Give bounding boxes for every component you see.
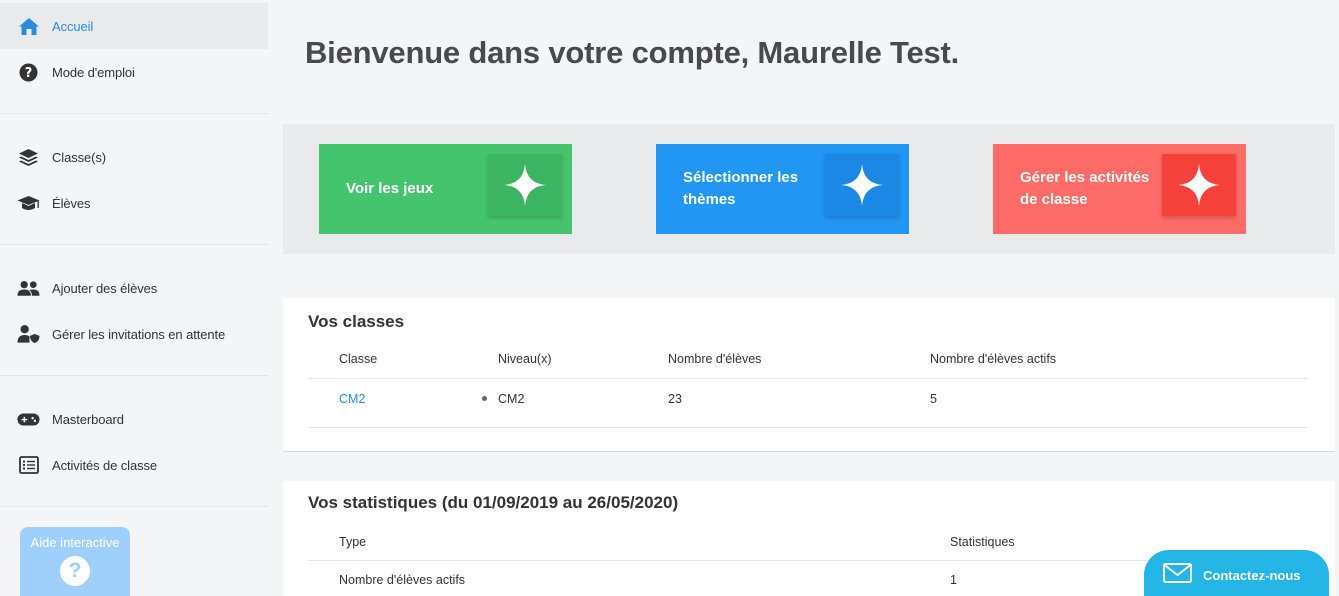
sidebar-item-activites[interactable]: Activités de classe	[0, 442, 268, 488]
envelope-icon	[1163, 562, 1192, 588]
users-icon	[17, 278, 40, 298]
sidebar-item-invitations[interactable]: Gérer les invitations en attente	[0, 311, 268, 357]
layers-icon	[17, 147, 40, 167]
sidebar-item-classes[interactable]: Classe(s)	[0, 134, 268, 180]
column-header: Niveau(x)	[498, 352, 552, 366]
sidebar-item-label: Masterboard	[52, 411, 124, 427]
sidebar-item-label: Accueil	[52, 18, 94, 34]
svg-text:?: ?	[25, 66, 33, 81]
card-gerer-activites[interactable]: Gérer les activités de classe	[993, 144, 1246, 234]
classes-title: Vos classes	[308, 312, 405, 331]
sidebar-divider	[0, 506, 268, 507]
home-icon	[17, 16, 40, 36]
card-selectionner-themes[interactable]: Sélectionner les thèmes	[656, 144, 909, 234]
question-circle-icon: ?	[17, 62, 40, 82]
sidebar-item-accueil[interactable]: Accueil	[0, 3, 268, 49]
sidebar-item-label: Activités de classe	[52, 457, 158, 473]
page-title: Bienvenue dans votre compte, Maurelle Te…	[305, 35, 960, 70]
student-count: 23	[668, 392, 682, 406]
sidebar: Accueil ? Mode d'emploi Classe(s) Élèves…	[0, 0, 268, 596]
sidebar-divider	[0, 244, 268, 245]
sidebar-divider	[0, 113, 268, 114]
column-header: Nombre d'élèves actifs	[930, 352, 1057, 366]
sidebar-divider	[0, 375, 268, 376]
contact-label: Contactez-nous	[1203, 567, 1301, 583]
column-header: Type	[339, 535, 367, 549]
list-icon	[17, 455, 40, 475]
sparkle-icon	[488, 154, 562, 216]
stat-value: 1	[950, 573, 957, 587]
sidebar-item-mode-emploi[interactable]: ? Mode d'emploi	[0, 49, 268, 95]
column-header: Nombre d'élèves	[668, 352, 762, 366]
class-level: CM2	[498, 392, 525, 406]
class-link[interactable]: CM2	[339, 392, 365, 406]
sidebar-item-label: Gérer les invitations en attente	[52, 326, 226, 342]
sidebar-item-ajouter-eleves[interactable]: Ajouter des élèves	[0, 265, 268, 311]
card-voir-jeux[interactable]: Voir les jeux	[319, 144, 572, 234]
graduation-cap-icon	[17, 193, 40, 213]
classes-panel: Vos classes Classe Niveau(x) Nombre d'él…	[283, 298, 1335, 452]
stats-title: Vos statistiques (du 01/09/2019 au 26/05…	[308, 493, 679, 512]
sidebar-item-label: Ajouter des élèves	[52, 280, 158, 296]
contact-button[interactable]: Contactez-nous	[1144, 550, 1329, 596]
column-header: Classe	[339, 352, 378, 366]
stat-type: Nombre d'élèves actifs	[339, 573, 466, 587]
card-label: Gérer les activités de classe	[1020, 169, 1150, 208]
sidebar-item-label: Élèves	[52, 195, 91, 211]
interactive-help-button[interactable]: Aide interactive ?	[20, 527, 130, 596]
active-student-count: 5	[930, 392, 937, 406]
card-label: Voir les jeux	[346, 180, 434, 197]
sidebar-item-masterboard[interactable]: Masterboard	[0, 396, 268, 442]
table-divider	[308, 378, 1308, 379]
sidebar-item-label: Classe(s)	[52, 149, 106, 165]
interactive-help-label: Aide interactive	[30, 535, 120, 550]
sidebar-item-eleves[interactable]: Élèves	[0, 180, 268, 226]
sparkle-icon	[1162, 154, 1236, 216]
table-divider	[308, 427, 1308, 428]
question-icon: ?	[60, 556, 90, 586]
sparkle-icon	[825, 154, 899, 216]
bullet	[482, 396, 487, 401]
user-shield-icon	[17, 324, 40, 344]
gamepad-icon	[17, 409, 40, 429]
column-header: Statistiques	[950, 535, 1015, 549]
quick-actions: Voir les jeux Sélectionner les thèmes Gé…	[283, 124, 1335, 254]
sidebar-item-label: Mode d'emploi	[52, 64, 135, 80]
card-label: Sélectionner les thèmes	[683, 169, 799, 208]
